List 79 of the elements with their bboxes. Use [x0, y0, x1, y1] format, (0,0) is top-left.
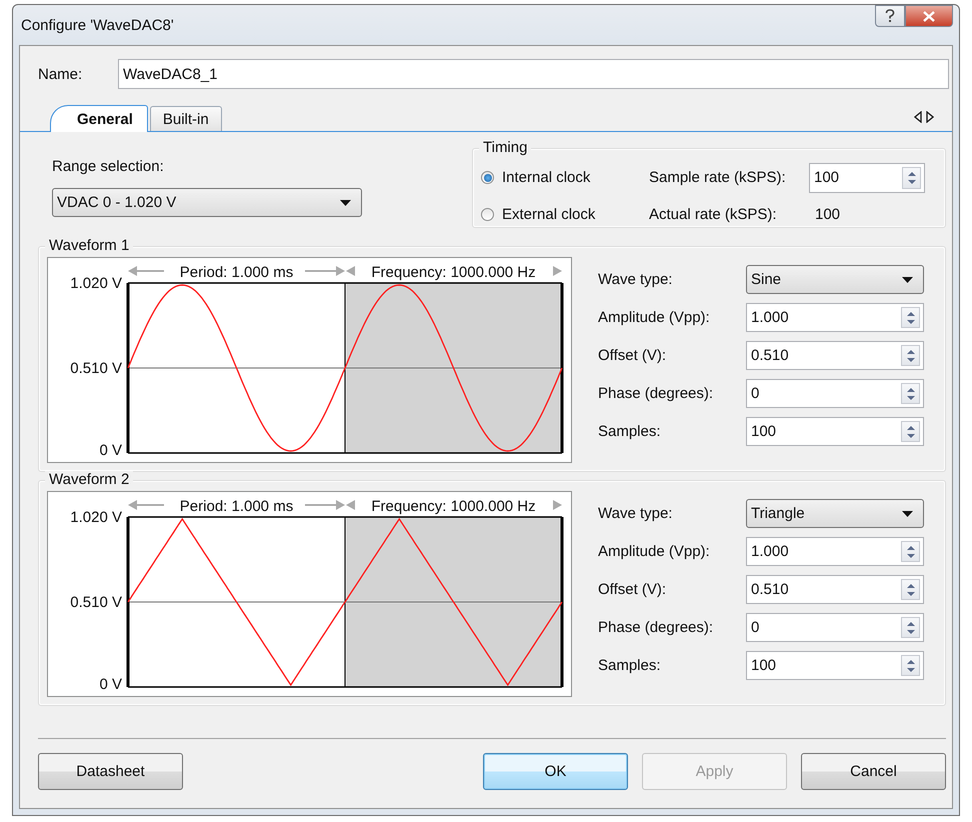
- number-field[interactable]: 100: [746, 651, 924, 680]
- range-label: Range selection:: [52, 158, 165, 175]
- range-dropdown[interactable]: VDAC 0 - 1.020 V: [52, 188, 362, 217]
- axis-label: 1.020 V: [70, 509, 122, 526]
- tab[interactable]: General: [50, 105, 148, 132]
- group-title: Timing: [479, 139, 532, 156]
- scroll-left-icon[interactable]: [914, 111, 922, 123]
- help-button[interactable]: [875, 5, 905, 27]
- radio-button[interactable]: [481, 171, 494, 184]
- caret-icon: [902, 276, 913, 282]
- spin-arrows-icon: [904, 658, 916, 672]
- wave-type-dropdown[interactable]: Triangle: [746, 499, 924, 528]
- spin-arrows-icon: [904, 348, 916, 362]
- caret-icon: [902, 510, 913, 516]
- name-field[interactable]: WaveDAC8_1: [118, 59, 949, 89]
- spin-button[interactable]: [902, 166, 921, 189]
- spin-button[interactable]: [901, 655, 920, 676]
- caret-icon: [340, 200, 351, 206]
- spin-arrows-icon: [904, 386, 916, 400]
- field-label: Wave type:: [598, 271, 674, 288]
- dialog-button[interactable]: Datasheet: [38, 753, 183, 790]
- number-field[interactable]: 0.510: [746, 341, 924, 370]
- spin-button[interactable]: [901, 421, 920, 442]
- number-field[interactable]: 1.000: [746, 537, 924, 566]
- number-field[interactable]: 0: [746, 613, 924, 642]
- radio-label[interactable]: External clock: [502, 206, 596, 224]
- field-label: Amplitude (Vpp):: [598, 309, 711, 326]
- field-label: Phase (degrees):: [598, 385, 714, 402]
- number-field[interactable]: 1.000: [746, 303, 924, 332]
- spin-arrows-icon: [904, 620, 916, 634]
- dialog-button[interactable]: OK: [483, 753, 628, 790]
- axis-label: 0 V: [99, 676, 122, 693]
- number-field[interactable]: 0.510: [746, 575, 924, 604]
- field-label: Samples:: [598, 657, 662, 674]
- dimension-arrow: [128, 500, 164, 510]
- axis-label: 0.510 V: [70, 594, 122, 611]
- field-label: Sample rate (kSPS):: [649, 169, 787, 186]
- number-field[interactable]: 0: [746, 379, 924, 408]
- close-button[interactable]: [905, 5, 953, 27]
- spin-button[interactable]: [901, 617, 920, 638]
- tab[interactable]: Built-in: [150, 106, 222, 131]
- axis-label: 0.510 V: [70, 360, 122, 377]
- window-title: Configure 'WaveDAC8': [21, 16, 175, 34]
- field-label: Phase (degrees):: [598, 619, 714, 636]
- radio-label[interactable]: Internal clock: [502, 169, 590, 186]
- axis-label: 1.020 V: [70, 275, 122, 292]
- spin-button[interactable]: [901, 383, 920, 404]
- field-label: Actual rate (kSPS):: [649, 206, 778, 224]
- wave-type-dropdown[interactable]: Sine: [746, 265, 924, 294]
- spin-button[interactable]: [901, 579, 920, 600]
- field-label: Offset (V):: [598, 347, 668, 364]
- close-icon: [923, 10, 935, 22]
- dialog-button[interactable]: Cancel: [801, 753, 946, 790]
- spin-button[interactable]: [901, 345, 920, 366]
- help-icon: [885, 9, 895, 23]
- spin-arrows-icon: [904, 310, 916, 324]
- spin-arrows-icon: [904, 424, 916, 438]
- spin-arrows-icon: [906, 170, 918, 185]
- dimension-arrow: [553, 266, 562, 276]
- scroll-right-icon[interactable]: [926, 111, 934, 123]
- dimension-arrow: [128, 266, 164, 276]
- spin-arrows-icon: [904, 544, 916, 558]
- name-label: Name:: [38, 66, 84, 82]
- spin-arrows-icon: [904, 582, 916, 596]
- field-label: Wave type:: [598, 505, 674, 522]
- field-label: Amplitude (Vpp):: [598, 543, 711, 560]
- period-label: Period: 1.000 ms: [180, 264, 294, 281]
- radio-button[interactable]: [481, 208, 494, 222]
- field-label: Offset (V):: [598, 581, 668, 598]
- field-label: Samples:: [598, 423, 662, 440]
- frequency-label: Frequency: 1000.000 Hz: [371, 264, 536, 281]
- axis-label: 0 V: [99, 442, 122, 459]
- rate-value: 100: [814, 206, 842, 224]
- dimension-arrow: [553, 500, 562, 510]
- spin-button[interactable]: [901, 307, 920, 328]
- spin-button[interactable]: [901, 541, 920, 562]
- number-field[interactable]: 100: [746, 417, 924, 446]
- period-label: Period: 1.000 ms: [180, 498, 294, 515]
- frequency-label: Frequency: 1000.000 Hz: [371, 498, 536, 515]
